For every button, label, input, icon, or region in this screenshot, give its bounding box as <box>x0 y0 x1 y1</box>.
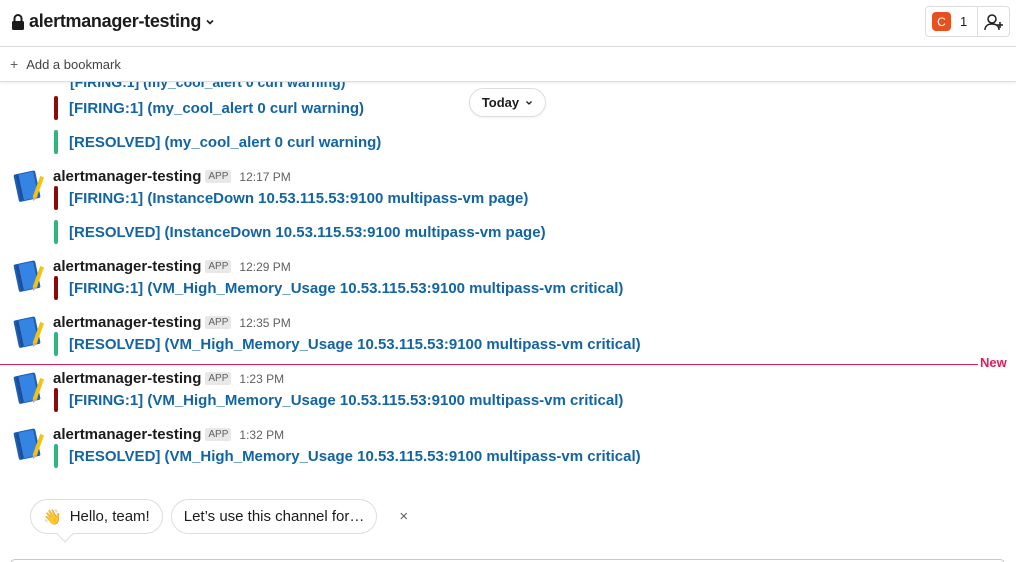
channel-title-button[interactable]: alertmanager-testing <box>11 11 215 32</box>
message-header: alertmanager-testing APP 12:35 PM <box>53 314 291 331</box>
suggestion-label: Let’s use this channel for… <box>183 508 365 525</box>
channel-name: alertmanager-testing <box>29 11 202 31</box>
alert-attachment: [RESOLVED] (VM_High_Memory_Usage 10.53.1… <box>54 332 641 356</box>
message-header: alertmanager-testing APP 1:23 PM <box>53 370 284 387</box>
date-divider-label: Today <box>481 95 520 110</box>
notebook-avatar-icon[interactable] <box>10 370 46 406</box>
sender-name[interactable]: alertmanager-testing <box>53 426 201 443</box>
suggestion-chip-hello[interactable]: 👋 Hello, team! <box>30 499 163 543</box>
sender-name[interactable]: alertmanager-testing <box>53 314 201 331</box>
alert-link[interactable]: [FIRING:1] (VM_High_Memory_Usage 10.53.1… <box>69 392 623 409</box>
chevron-down-icon <box>526 100 533 105</box>
alert-attachment: [FIRING:1] (InstanceDown 10.53.115.53:91… <box>54 186 528 210</box>
status-bar <box>54 130 58 154</box>
clipped-attachment: [FIRING:1] (my_cool_alert 0 curl warning… <box>70 82 346 90</box>
wave-emoji-icon: 👋 <box>43 508 62 526</box>
bookmark-bar: + Add a bookmark <box>0 47 1016 82</box>
alert-link[interactable]: [FIRING:1] (VM_High_Memory_Usage 10.53.1… <box>69 280 623 297</box>
notebook-avatar-icon[interactable] <box>10 258 46 294</box>
message-header: alertmanager-testing APP 1:32 PM <box>53 426 284 443</box>
sender-name[interactable]: alertmanager-testing <box>53 370 201 387</box>
chevron-down-icon <box>206 19 214 25</box>
notebook-avatar-icon[interactable] <box>10 168 46 204</box>
app-badge: APP <box>205 372 232 385</box>
channel-header: alertmanager-testing C 1 <box>0 0 1016 47</box>
alert-link[interactable]: [RESOLVED] (VM_High_Memory_Usage 10.53.1… <box>69 448 641 465</box>
sender-name[interactable]: alertmanager-testing <box>53 168 201 185</box>
alert-attachment: [FIRING:1] (my_cool_alert 0 curl warning… <box>54 96 364 120</box>
add-person-icon <box>983 13 1003 30</box>
member-count: 1 <box>960 14 968 29</box>
status-bar <box>54 96 58 120</box>
suggestion-chips: 👋 Hello, team! Let’s use this channel fo… <box>30 499 408 543</box>
message-header: alertmanager-testing APP 12:17 PM <box>53 168 291 185</box>
lock-icon <box>12 13 24 30</box>
app-badge: APP <box>205 428 232 441</box>
message-list: [FIRING:1] (my_cool_alert 0 curl warning… <box>0 82 1016 482</box>
app-badge: APP <box>205 170 232 183</box>
alert-link[interactable]: [FIRING:1] (my_cool_alert 0 curl warning… <box>69 100 364 117</box>
new-messages-divider <box>0 364 978 365</box>
notebook-avatar-icon[interactable] <box>10 426 46 462</box>
alert-attachment: [FIRING:1] (VM_High_Memory_Usage 10.53.1… <box>54 388 623 412</box>
notebook-avatar-icon[interactable] <box>10 314 46 350</box>
alert-link[interactable]: [RESOLVED] (VM_High_Memory_Usage 10.53.1… <box>69 336 641 353</box>
status-bar <box>54 276 58 300</box>
alert-attachment: [RESOLVED] (VM_High_Memory_Usage 10.53.1… <box>54 444 641 468</box>
timestamp[interactable]: 1:32 PM <box>239 428 284 442</box>
timestamp[interactable]: 1:23 PM <box>239 372 284 386</box>
alert-link[interactable]: [FIRING:1] (InstanceDown 10.53.115.53:91… <box>69 190 528 207</box>
timestamp[interactable]: 12:35 PM <box>239 316 290 330</box>
sender-name[interactable]: alertmanager-testing <box>53 258 201 275</box>
alert-attachment: [FIRING:1] (VM_High_Memory_Usage 10.53.1… <box>54 276 623 300</box>
add-member-button[interactable] <box>977 6 1010 37</box>
suggestion-label: Hello, team! <box>69 508 150 525</box>
app-badge: APP <box>205 260 232 273</box>
timestamp[interactable]: 12:29 PM <box>239 260 290 274</box>
app-badge: APP <box>205 316 232 329</box>
date-divider-button[interactable]: Today <box>469 88 546 117</box>
plus-icon: + <box>10 56 19 72</box>
members-button[interactable]: C 1 <box>925 6 978 37</box>
message-header: alertmanager-testing APP 12:29 PM <box>53 258 291 275</box>
alert-attachment: [RESOLVED] (InstanceDown 10.53.115.53:91… <box>54 220 546 244</box>
status-bar <box>54 444 58 468</box>
status-bar <box>54 186 58 210</box>
status-bar <box>54 220 58 244</box>
timestamp[interactable]: 12:17 PM <box>239 170 290 184</box>
status-bar <box>54 388 58 412</box>
chip-tail <box>56 525 74 543</box>
status-bar <box>54 332 58 356</box>
alert-link[interactable]: [RESOLVED] (InstanceDown 10.53.115.53:91… <box>69 224 546 241</box>
suggestion-chip-channel-purpose[interactable]: Let’s use this channel for… <box>170 499 378 534</box>
avatar: C <box>932 12 951 31</box>
close-icon[interactable]: × <box>399 508 408 525</box>
alert-attachment: [RESOLVED] (my_cool_alert 0 curl warning… <box>54 130 381 154</box>
new-messages-label: New <box>980 355 1007 370</box>
alert-link[interactable]: [RESOLVED] (my_cool_alert 0 curl warning… <box>69 134 381 151</box>
add-bookmark-button[interactable]: Add a bookmark <box>26 57 121 72</box>
